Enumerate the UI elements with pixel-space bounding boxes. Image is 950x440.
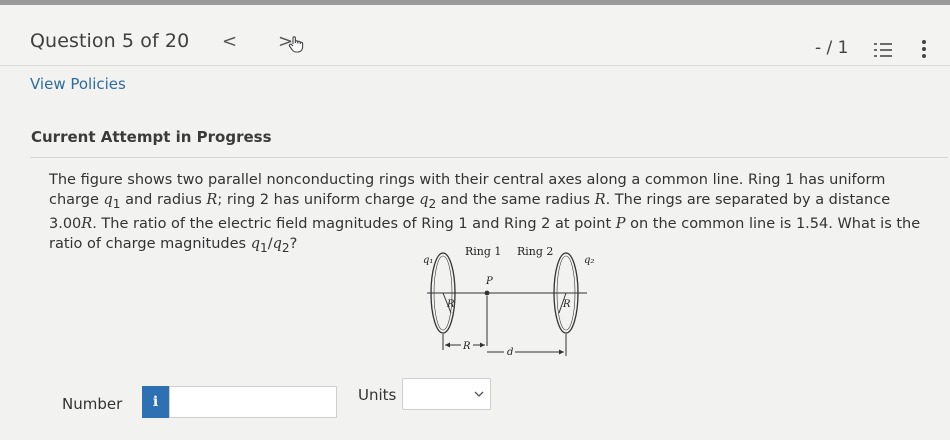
point-p [484, 290, 490, 296]
ring1-label: Ring 1 [465, 245, 501, 258]
ring2-label: Ring 2 [517, 245, 553, 258]
question-counter: Question 5 of 20 [30, 30, 190, 52]
number-input[interactable] [169, 386, 337, 418]
r-dimension-label: R [462, 341, 471, 352]
units-dropdown[interactable] [402, 378, 491, 410]
units-label: Units [358, 386, 397, 404]
score-display: - / 1 [815, 38, 849, 58]
rings-figure: Ring 1 Ring 2 q₁ q₂ P R R R d [423, 245, 594, 358]
divider [30, 157, 948, 158]
q2-label: q₂ [584, 255, 594, 266]
number-label: Number [62, 395, 123, 413]
previous-question-button[interactable]: < [222, 31, 237, 52]
hand-pointer-icon [288, 36, 304, 53]
view-policies-link[interactable]: View Policies [30, 75, 126, 93]
attempt-heading: Current Attempt in Progress [31, 128, 272, 146]
info-button[interactable]: i [142, 386, 169, 418]
list-icon[interactable] [873, 41, 893, 59]
chevron-down-icon [474, 391, 484, 397]
more-vertical-icon[interactable] [921, 39, 927, 59]
point-p-label: P [485, 276, 493, 287]
q1-label: q₁ [423, 255, 433, 266]
top-bar: Question 5 of 20 < > - / 1 [0, 0, 950, 66]
d-dimension-label: d [507, 347, 513, 358]
